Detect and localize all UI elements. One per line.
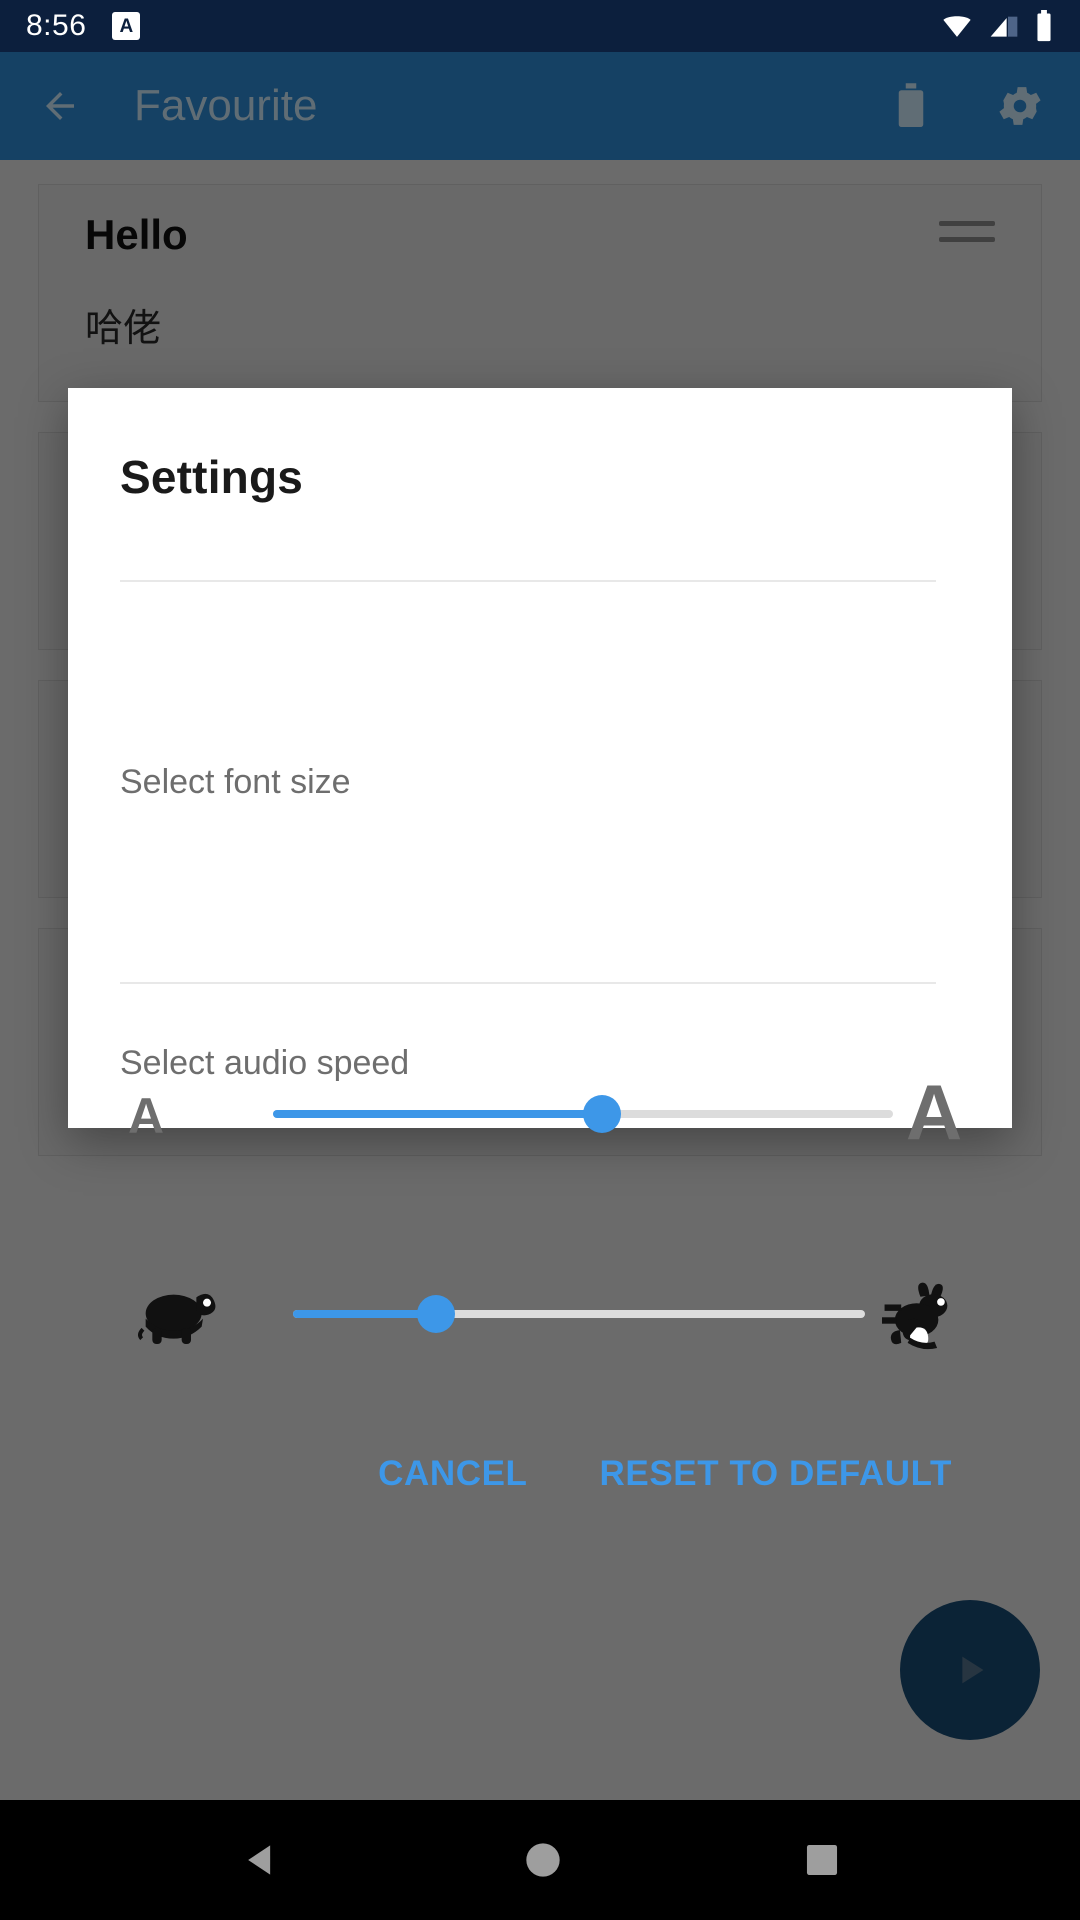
nav-recents-square-icon[interactable] (803, 1841, 841, 1879)
dialog-title: Settings (120, 451, 304, 503)
audio-speed-slider[interactable] (293, 1295, 865, 1333)
cancel-button[interactable]: CANCEL (368, 1446, 537, 1502)
nav-home-circle-icon[interactable] (523, 1840, 563, 1880)
turtle-icon (124, 1274, 234, 1358)
divider-middle (120, 982, 936, 984)
font-size-slider[interactable] (273, 1095, 893, 1133)
dialog-actions: CANCEL RESET TO DEFAULT (68, 1426, 1012, 1522)
app-bar: Favourite (0, 52, 1080, 160)
nav-back-triangle-icon[interactable] (239, 1838, 283, 1882)
status-bar-clock: 8:56 (26, 9, 87, 42)
divider-top (120, 580, 936, 582)
font-size-label: Select font size (120, 763, 351, 801)
reset-to-default-button[interactable]: RESET TO DEFAULT (590, 1446, 963, 1502)
font-size-large-a-icon: A (905, 1067, 963, 1156)
slider-thumb[interactable] (417, 1295, 455, 1333)
back-arrow-icon[interactable] (34, 85, 86, 127)
system-navigation-bar (0, 1800, 1080, 1920)
status-bar-icons (940, 10, 1054, 42)
audio-speed-slider-row (68, 1268, 1012, 1360)
delete-icon[interactable] (890, 82, 932, 130)
rabbit-icon (868, 1274, 978, 1358)
app-bar-actions (890, 80, 1046, 132)
slider-track-fill (273, 1110, 602, 1118)
notification-badge-icon: A (112, 12, 141, 40)
audio-speed-label: Select audio speed (120, 1044, 410, 1082)
page-title: Favourite (134, 81, 318, 130)
slider-thumb[interactable] (582, 1095, 621, 1133)
cellular-signal-icon (990, 16, 1018, 37)
settings-dialog: Settings Select font size A A Select aud… (68, 388, 1012, 1493)
slider-track-fill (293, 1310, 436, 1318)
battery-icon (1037, 10, 1051, 42)
settings-gear-icon[interactable] (994, 80, 1046, 132)
font-size-small-a-icon: A (127, 1088, 165, 1144)
wifi-icon (943, 16, 971, 37)
status-bar: 8:56 A (0, 0, 1080, 52)
